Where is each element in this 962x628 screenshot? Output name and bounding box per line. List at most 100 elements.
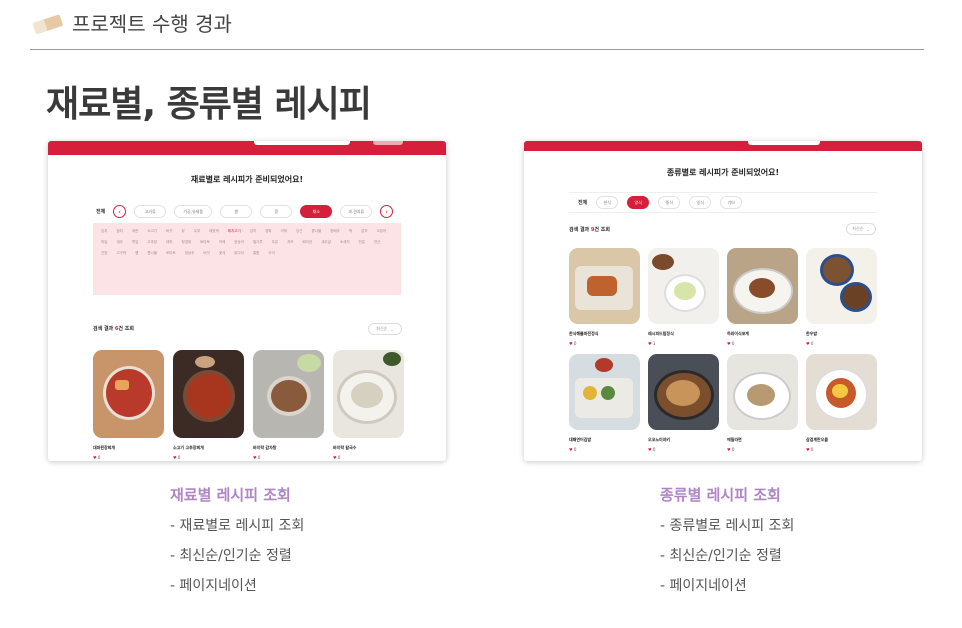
main-title: 재료별, 종류별 레시피 [46,75,372,127]
ingredient-tag[interactable]: 감자 [250,229,256,234]
recipe-likes: ♥ 0 [648,447,719,452]
recipe-card[interactable]: 에밀라면 ♥ 0 [727,354,798,452]
recipe-likes: ♥ 0 [806,447,877,452]
recipe-card[interactable]: 대패연어김밥 ♥ 0 [569,354,640,452]
recipe-name: 대패연어김밥 [569,437,592,442]
filter-all-label[interactable]: 전체 [96,208,105,215]
ingredient-tag[interactable]: 양배추 [330,229,340,234]
recipe-image [806,354,877,430]
chip-chinese[interactable]: 중식 [658,196,681,209]
sort-dropdown[interactable]: 최신순 ⌄ [846,223,876,235]
ingredient-tag[interactable]: 양상추 [185,251,195,256]
ingredient-tag[interactable]: 깻잎 [132,240,138,245]
chip-processed[interactable]: 가공,유제품 [174,205,213,218]
ingredient-tag[interactable]: 닭다리 [234,251,244,256]
recipe-image [569,248,640,324]
recipe-card[interactable]: 소고기 고추장찌개 ♥ 0 [173,350,244,460]
prev-arrow-icon[interactable]: ‹ [113,205,127,218]
recipe-card[interactable]: 바지락 감자탕 ♥ 0 [253,350,324,460]
ingredient-tag[interactable]: 새우 [116,240,122,245]
ingredient-tag[interactable]: 참치 [116,229,122,234]
ingredient-tag[interactable]: 토마토 [166,251,176,256]
ingredient-tag[interactable]: 홍합 [253,251,259,256]
chip-meat[interactable]: 고기류 [134,205,167,218]
ingredient-filter-bar: 전체 ‹ 고기류 가공,유제품 쌀 콩 채소 과.견과류 › [96,205,394,218]
ingredient-tag[interactable]: 당근 [296,229,302,234]
ingredient-tag[interactable]: 새우살 [321,240,331,245]
recipe-card[interactable]: 삼겹계란오믈 ♥ 0 [806,354,877,452]
result-count-text: 검색 결과 6건 조회 [93,325,134,332]
recipe-image [333,350,404,438]
filter-all-label[interactable]: 전체 [578,199,587,206]
recipe-card[interactable]: 한식해물파전정식 ♥ 0 [569,248,640,346]
ingredient-tag[interactable]: 버섯 [166,229,172,234]
ingredient-tag[interactable]: 양파 [265,229,271,234]
like-count: 0 [810,447,814,452]
ingredient-tag[interactable]: 계란 [132,229,138,234]
recipe-likes: ♥ 0 [173,455,244,460]
ingredient-tag[interactable]: 애호박 [209,229,219,234]
ingredient-tag[interactable]: 카레 [219,240,225,245]
ingredient-tag[interactable]: 소세지 [340,240,350,245]
ingredient-tag[interactable]: 닭 [181,229,184,234]
ingredient-tag[interactable]: 버섯 [203,251,209,256]
ingredient-tag[interactable]: 오징어 [377,229,387,234]
heart-icon: ♥ [93,455,97,460]
sort-label: 최신순 [376,326,388,331]
sort-dropdown[interactable]: 최신순 ⌄ [368,323,402,335]
eraser-icon [32,12,66,35]
ingredient-tag[interactable]: 양송이 [234,240,244,245]
section-item: - 페이지네이션 [170,578,257,594]
ingredient-tag[interactable]: 전분 [359,240,365,245]
chip-rice[interactable]: 쌀 [220,205,253,218]
recipe-card[interactable]: 바지락 칼국수 ♥ 0 [333,350,404,460]
ingredient-tag[interactable]: 콩나물 [312,229,322,234]
recipe-name: 에밀라면 [727,437,742,442]
search-bar[interactable] [254,141,350,145]
ingredient-tag[interactable]: 소고기 [147,229,157,234]
recipe-card[interactable]: 대파된장찌개 ♥ 0 [93,350,164,460]
next-arrow-icon[interactable]: › [380,205,394,218]
ingredient-tag[interactable]: 어묵 [281,229,287,234]
ingredient-tag[interactable]: 김치 [101,229,107,234]
ingredient-tag[interactable]: 밀가루 [253,240,263,245]
ingredient-tag[interactable]: 두부 [194,229,200,234]
recipe-likes: ♥ 0 [569,341,640,346]
recipe-card[interactable]: 오코노미야키 ♥ 0 [648,354,719,452]
ingredient-tag[interactable]: 청경채 [181,240,191,245]
recipe-card[interactable]: 한우밥 ♥ 0 [806,248,877,346]
ingredient-tag[interactable]: 연근 [374,240,380,245]
result-suffix: 건 조회 [594,227,610,233]
recipe-name: 소고기 고추장찌개 [173,445,204,450]
ingredient-tag[interactable]: 고추장 [147,240,157,245]
recipe-card[interactable]: 레시피드림정식 ♥ 1 [648,248,719,346]
ingredient-tag[interactable]: 고구마 [116,251,126,256]
ingredient-tag[interactable]: 우유 [272,240,278,245]
ingredient-tag[interactable]: 오이 [268,251,274,256]
ingredient-tag[interactable]: 콩나물 [147,251,157,256]
ingredient-tag[interactable]: 마늘 [101,240,107,245]
ingredient-tag[interactable]: 감자 [361,229,367,234]
ingredient-tag[interactable]: 돼지고기 [228,229,241,234]
chip-vegetable[interactable]: 채소 [300,205,333,218]
ingredient-tag[interactable]: 베이컨 [303,240,313,245]
chip-korean[interactable]: 한식 [596,196,619,209]
heart-icon: ♥ [253,455,257,460]
ingredient-tag[interactable]: 간장 [101,251,107,256]
ingredient-tag[interactable]: 치즈 [287,240,293,245]
ingredient-tag[interactable]: 토마토 [200,240,210,245]
ingredient-tag[interactable]: 햄 [135,251,138,256]
chip-etc[interactable]: 기타 [720,196,743,209]
topbar-button[interactable] [373,141,403,145]
card-heading: 종류별로 레시피가 준비되었어요! [666,168,780,177]
chip-western[interactable]: 양식 [627,196,650,209]
chip-japanese[interactable]: 일식 [689,196,712,209]
recipe-name: 오코노미야키 [648,437,671,442]
ingredient-tag[interactable]: 꽃게 [219,251,225,256]
search-bar[interactable] [748,141,820,145]
chip-fruit-nut[interactable]: 과.견과류 [340,205,373,218]
ingredient-tag[interactable]: 대파 [166,240,172,245]
recipe-card[interactable]: 하와이식포케 ♥ 0 [727,248,798,346]
chip-bean[interactable]: 콩 [260,205,293,218]
ingredient-tag[interactable]: 떡 [349,229,352,234]
